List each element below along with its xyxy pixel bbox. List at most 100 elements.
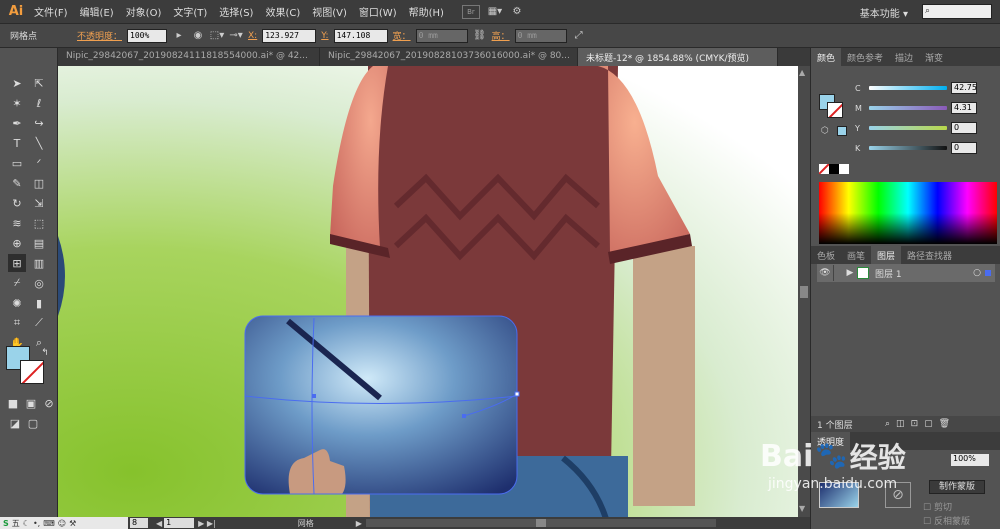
channel-c-input[interactable]: 42.75 <box>951 82 977 94</box>
x-input[interactable]: 123.927 <box>262 28 317 43</box>
bridge-button[interactable]: Br <box>461 4 480 19</box>
arrange-documents-icon[interactable]: ▦▾ <box>488 5 502 19</box>
channel-k-slider[interactable] <box>869 146 947 150</box>
settings-icon[interactable]: ⚒ <box>69 519 76 528</box>
web-color-swatch[interactable] <box>837 126 847 136</box>
next-page-icon[interactable]: ▶ ▶| <box>198 519 216 528</box>
menu-object[interactable]: 对象(O) <box>120 4 168 19</box>
lasso-tool-icon[interactable]: ℓ <box>30 94 48 112</box>
free-transform-tool-icon[interactable]: ⬚ <box>30 214 48 232</box>
transform-icon[interactable]: ⤢ <box>572 29 586 43</box>
rectangle-tool-icon[interactable]: ▭ <box>8 154 26 172</box>
channel-m-slider[interactable] <box>869 106 947 110</box>
tab-brushes[interactable]: 画笔 <box>841 246 871 264</box>
warp-tool-icon[interactable]: ≋ <box>8 214 26 232</box>
selection-indicator[interactable] <box>985 270 991 276</box>
scale-tool-icon[interactable]: ⇲ <box>30 194 48 212</box>
rotate-tool-icon[interactable]: ↻ <box>8 194 26 212</box>
menu-effect[interactable]: 效果(C) <box>259 4 306 19</box>
menu-view[interactable]: 视图(V) <box>306 4 353 19</box>
menu-help[interactable]: 帮助(H) <box>403 4 450 19</box>
channel-y-input[interactable]: 0 <box>951 122 977 134</box>
tab-stroke[interactable]: 描边 <box>889 48 919 66</box>
scroll-thumb[interactable] <box>800 286 808 298</box>
invert-checkbox-row[interactable]: ☐ 反相蒙版 <box>923 514 970 527</box>
expand-arrow-icon[interactable]: ▶ <box>843 268 857 278</box>
tab-document-3[interactable]: 未标题-12* @ 1854.88% (CMYK/预览) <box>578 48 778 66</box>
ime-mode-label[interactable]: 五 <box>12 518 20 529</box>
none-swatch[interactable] <box>819 164 829 174</box>
opacity-dropdown-icon[interactable]: ▸ <box>172 29 186 43</box>
symbol-sprayer-tool-icon[interactable]: ✺ <box>8 294 26 312</box>
new-layer-icon[interactable]: ▢ <box>924 419 933 429</box>
gpu-icon[interactable]: ⚙ <box>510 5 524 19</box>
y-input[interactable]: 147.108 <box>333 28 388 43</box>
ime-logo-icon[interactable]: S <box>3 519 9 528</box>
eyedropper-tool-icon[interactable]: ⌿ <box>8 274 26 292</box>
moon-icon[interactable]: ☾ <box>23 519 30 528</box>
tab-color[interactable]: 颜色 <box>811 48 842 66</box>
scroll-down-icon[interactable]: ▼ <box>799 504 805 513</box>
workspace-switcher[interactable]: 基本功能 ▾ <box>860 5 908 20</box>
tab-color-guide[interactable]: 颜色参考 <box>841 48 889 66</box>
horizontal-scrollbar[interactable] <box>365 519 716 527</box>
screen-mode-icon[interactable]: ▢ <box>24 414 42 432</box>
tab-layers[interactable]: 图层 <box>871 246 902 264</box>
white-swatch[interactable] <box>839 164 849 174</box>
black-swatch[interactable] <box>829 164 839 174</box>
isolate-icon[interactable]: ⬚▾ <box>210 29 224 43</box>
swap-fill-stroke-icon[interactable]: ↰ <box>36 344 54 362</box>
skin-icon[interactable]: ☺ <box>58 519 66 528</box>
color-mode-icon[interactable]: ■ <box>4 394 22 412</box>
delete-layer-icon[interactable]: 🗑 <box>939 419 950 429</box>
artboard-tool-icon[interactable]: ⌗ <box>8 314 26 332</box>
tab-gradient[interactable]: 渐变 <box>919 48 949 66</box>
new-sublayer-icon[interactable]: ⊡ <box>911 419 919 429</box>
h-scroll-thumb[interactable] <box>535 519 546 527</box>
page-field[interactable]: 1 <box>164 518 195 528</box>
make-mask-button[interactable]: 制作蒙版 <box>929 480 985 494</box>
menu-window[interactable]: 窗口(W) <box>353 4 403 19</box>
punctuation-icon[interactable]: •, <box>33 519 40 528</box>
pencil-tool-icon[interactable]: ✎ <box>8 174 26 192</box>
channel-k-input[interactable]: 0 <box>951 142 977 154</box>
status-arrow-icon[interactable]: ▶ <box>356 519 362 528</box>
gamut-cube-icon[interactable]: ⬡ <box>821 126 829 136</box>
height-input[interactable]: 0 mm <box>514 28 567 43</box>
channel-m-input[interactable]: 4.31 <box>951 102 977 114</box>
channel-c-slider[interactable] <box>869 86 947 90</box>
gradient-tool-icon[interactable]: ▥ <box>30 254 48 272</box>
opacity-input[interactable]: 100% <box>127 28 168 43</box>
tab-swatches[interactable]: 色板 <box>811 246 841 264</box>
tab-pathfinder[interactable]: 路径查找器 <box>901 246 958 264</box>
color-spectrum[interactable] <box>819 182 997 244</box>
clip-checkbox-row[interactable]: ☐ 剪切 <box>923 500 952 513</box>
type-tool-icon[interactable]: T <box>8 134 26 152</box>
stroke-swatch[interactable] <box>20 360 44 384</box>
slice-tool-icon[interactable]: ⟋ <box>30 314 48 332</box>
visibility-eye-icon[interactable]: 👁 <box>817 268 833 278</box>
tab-document-1[interactable]: Nipic_29842067_20190824111818554000.ai* … <box>58 48 320 66</box>
search-input[interactable]: ⌕ <box>922 4 992 19</box>
blend-tool-icon[interactable]: ◎ <box>30 274 48 292</box>
transparency-opacity-input[interactable]: 100% <box>951 454 989 466</box>
menu-file[interactable]: 文件(F) <box>28 4 74 19</box>
none-mode-icon[interactable]: ⊘ <box>40 394 58 412</box>
layer-name[interactable]: 图层 1 <box>875 267 973 280</box>
selection-tool-icon[interactable]: ➤ <box>8 74 26 92</box>
magic-wand-tool-icon[interactable]: ✶ <box>8 94 26 112</box>
prev-page-icon[interactable]: ◀ <box>156 519 162 528</box>
line-tool-icon[interactable]: ╲ <box>30 134 48 152</box>
pen-tool-icon[interactable]: ✒ <box>8 114 26 132</box>
scroll-up-icon[interactable]: ▲ <box>799 68 805 77</box>
direct-selection-tool-icon[interactable]: ⇱ <box>30 74 48 92</box>
target-icon[interactable]: ○ <box>973 268 981 278</box>
tab-document-2[interactable]: Nipic_29842067_20190828103736016000.ai* … <box>320 48 578 66</box>
recolor-icon[interactable]: ◉ <box>191 29 205 43</box>
locate-object-icon[interactable]: ⌕ <box>885 419 890 429</box>
perspective-grid-tool-icon[interactable]: ▤ <box>30 234 48 252</box>
draw-mode-icon[interactable]: ◪ <box>6 414 24 432</box>
gradient-mode-icon[interactable]: ▣ <box>22 394 40 412</box>
paintbrush-tool-icon[interactable]: ᐟ <box>30 154 48 172</box>
link-icon[interactable]: ⛓ <box>473 29 487 43</box>
